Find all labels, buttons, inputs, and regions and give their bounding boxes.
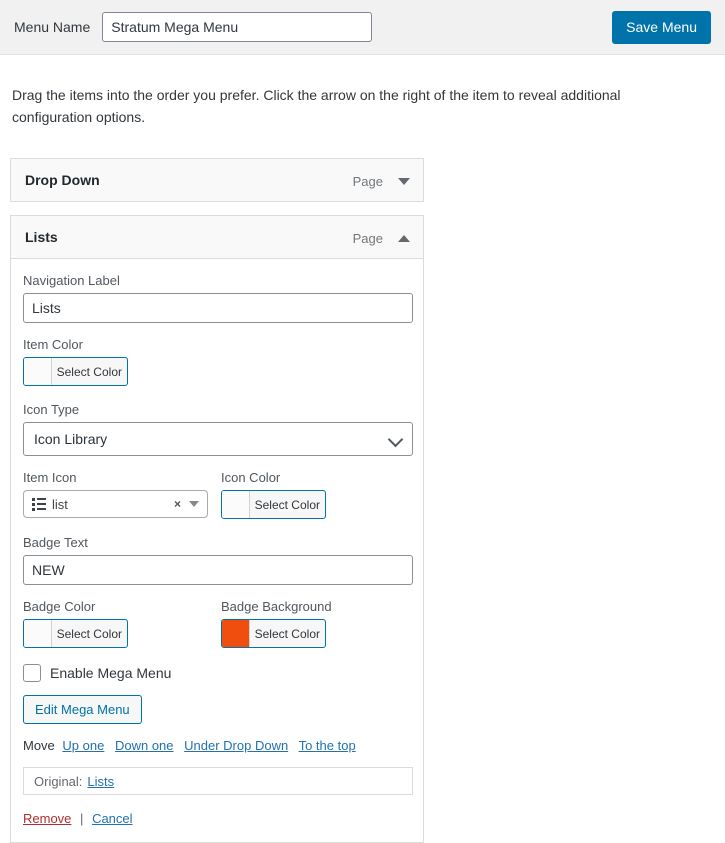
enable-mega-menu-label: Enable Mega Menu <box>50 665 172 682</box>
icon-color-field: Icon Color Select Color <box>221 470 411 521</box>
item-icon-field: Item Icon list × <box>23 470 221 519</box>
badge-color-label: Badge Color <box>23 599 96 615</box>
chevron-down-icon <box>398 177 410 185</box>
menu-item-type-label: Page <box>352 173 383 189</box>
menu-name-label: Menu Name <box>14 19 91 35</box>
navigation-label-label: Navigation Label <box>23 273 120 289</box>
move-to-the-top-link[interactable]: To the top <box>299 738 356 753</box>
menu-item-title: Lists <box>25 229 58 246</box>
chevron-down-icon <box>189 501 199 508</box>
move-up-one-link[interactable]: Up one <box>62 738 104 753</box>
menu-item-settings-panel: Navigation Label Item Color Select Color… <box>10 259 424 843</box>
item-icon-row: Item Icon list × Icon Color Select Color <box>23 470 411 521</box>
navigation-label-field: Navigation Label <box>23 273 413 324</box>
badge-text-label: Badge Text <box>23 535 88 551</box>
icon-color-select-label: Select Color <box>254 497 320 512</box>
badge-background-swatch <box>222 620 250 648</box>
badge-text-field: Badge Text <box>23 535 413 586</box>
item-icon-select[interactable]: list × <box>23 490 208 519</box>
menu-item-handle[interactable]: Lists Page <box>10 215 424 260</box>
menu-items-list: Drop Down Page Lists Page Navigation Lab… <box>0 148 425 843</box>
badge-background-field: Badge Background Select Color <box>221 599 411 650</box>
menu-item-title: Drop Down <box>25 172 100 189</box>
badge-color-field: Badge Color Select Color <box>23 599 221 650</box>
enable-mega-menu-checkbox[interactable] <box>23 664 41 683</box>
remove-cancel-row: Remove | Cancel <box>23 811 411 826</box>
move-label: Move <box>23 738 55 754</box>
menu-item-drop-down: Drop Down Page <box>10 158 424 203</box>
icon-color-picker-button[interactable]: Select Color <box>221 490 326 520</box>
save-menu-button[interactable]: Save Menu <box>612 11 711 44</box>
badge-colors-row: Badge Color Select Color Badge Backgroun… <box>23 599 411 650</box>
list-icon <box>32 497 46 511</box>
badge-background-select-label: Select Color <box>254 626 320 641</box>
menu-item-handle[interactable]: Drop Down Page <box>10 158 424 203</box>
remove-link[interactable]: Remove <box>23 811 71 826</box>
menu-item-type-label: Page <box>352 230 383 246</box>
item-color-select-label: Select Color <box>56 364 122 379</box>
item-icon-value: list <box>52 496 68 512</box>
menu-item-meta: Page <box>353 216 411 260</box>
item-icon-label: Item Icon <box>23 470 77 486</box>
badge-color-swatch <box>24 620 52 648</box>
move-row: Move Up one Down one Under Drop Down To … <box>23 738 411 753</box>
item-color-swatch <box>24 358 52 386</box>
move-down-one-link[interactable]: Down one <box>115 738 174 753</box>
chevron-up-icon <box>398 234 410 242</box>
original-link[interactable]: Lists <box>87 774 114 789</box>
icon-type-field: Icon Type Icon Library <box>23 402 413 457</box>
cancel-link[interactable]: Cancel <box>92 811 132 826</box>
badge-background-picker-button[interactable]: Select Color <box>221 619 326 649</box>
navigation-label-input[interactable] <box>23 293 413 324</box>
chevron-down-icon <box>387 432 404 448</box>
badge-color-select-label: Select Color <box>56 626 122 641</box>
menu-item-toggle-button[interactable] <box>397 216 411 260</box>
item-color-field: Item Color Select Color <box>23 337 411 388</box>
badge-color-picker-button[interactable]: Select Color <box>23 619 128 649</box>
menu-header-bar: Menu Name Save Menu <box>0 0 725 55</box>
badge-text-input[interactable] <box>23 555 413 586</box>
badge-background-label: Badge Background <box>221 599 332 615</box>
clear-icon[interactable]: × <box>174 498 181 510</box>
menu-item-toggle-button[interactable] <box>397 159 411 203</box>
menu-item-lists: Lists Page Navigation Label Item Color S… <box>10 215 424 843</box>
instructions-text: Drag the items into the order you prefer… <box>12 87 621 125</box>
original-row: Original: Lists <box>23 767 413 796</box>
edit-mega-menu-button[interactable]: Edit Mega Menu <box>23 695 142 725</box>
menu-item-meta: Page <box>353 159 411 203</box>
item-color-label: Item Color <box>23 337 83 353</box>
move-under-drop-down-link[interactable]: Under Drop Down <box>184 738 288 753</box>
menu-name-input[interactable] <box>102 12 373 42</box>
icon-color-label: Icon Color <box>221 470 281 486</box>
separator: | <box>80 811 84 827</box>
enable-mega-menu-row: Enable Mega Menu <box>23 664 411 683</box>
original-label: Original: <box>34 773 83 789</box>
icon-color-swatch <box>222 491 250 519</box>
edit-mega-menu-row: Edit Mega Menu <box>23 695 411 738</box>
icon-type-label: Icon Type <box>23 402 80 418</box>
item-color-picker-button[interactable]: Select Color <box>23 357 128 387</box>
icon-type-select[interactable]: Icon Library <box>23 422 413 457</box>
icon-type-value: Icon Library <box>34 431 108 448</box>
